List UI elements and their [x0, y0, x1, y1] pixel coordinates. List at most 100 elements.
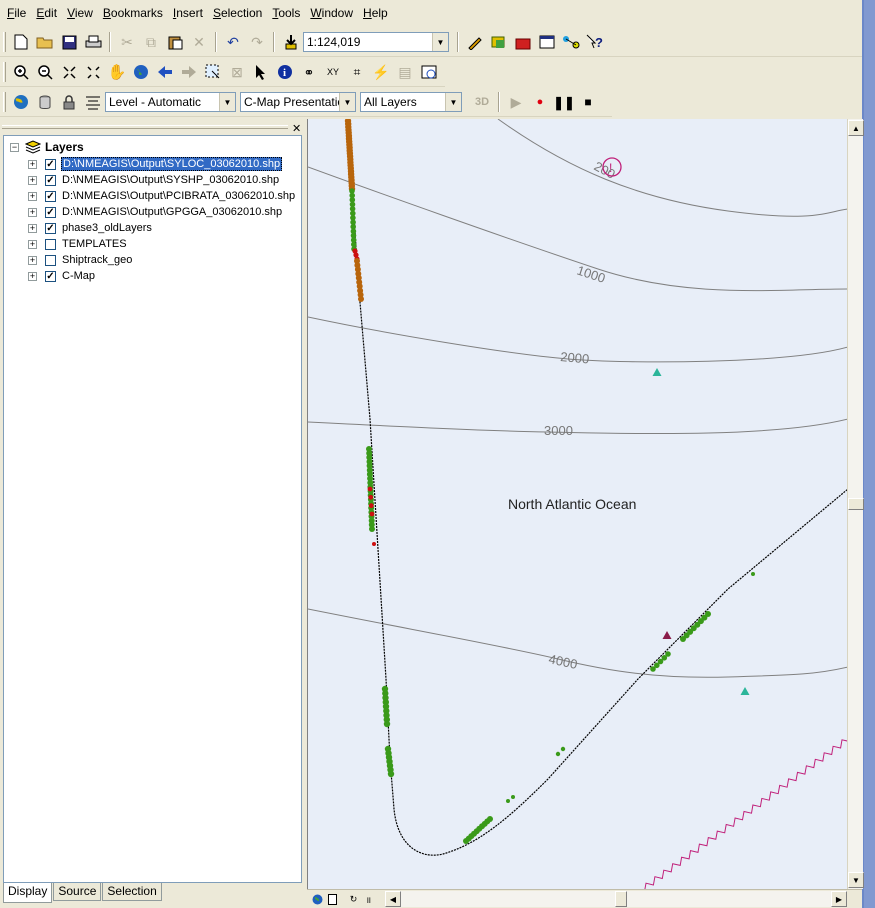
expand-icon[interactable]: + [28, 271, 37, 281]
chevron-down-icon[interactable]: ▼ [432, 33, 448, 51]
refresh-icon[interactable]: ↻ [347, 893, 360, 906]
menu-edit[interactable]: Edit [31, 0, 62, 27]
find-binoculars-icon[interactable]: ⚭ [297, 60, 321, 84]
expand-icon[interactable]: + [28, 223, 37, 233]
layer-visibility-checkbox[interactable]: ✓ [45, 206, 56, 218]
menu-view[interactable]: View [62, 0, 98, 27]
toolbar-grip[interactable] [3, 32, 6, 52]
vertical-scroll-thumb[interactable] [848, 498, 864, 510]
layer-label[interactable]: D:\NMEAGIS\Output\SYSHP_03062010.shp [61, 174, 280, 186]
layer-row[interactable]: + Shiptrack_geo [28, 252, 133, 268]
undo-icon[interactable]: ↶ [221, 30, 245, 54]
menu-window[interactable]: Window [305, 0, 358, 27]
identify-icon[interactable]: i [273, 60, 297, 84]
chevron-down-icon[interactable]: ▼ [445, 93, 461, 111]
layers-root[interactable]: − Layers [10, 140, 84, 154]
layer-visibility-checkbox[interactable]: ✓ [45, 190, 56, 202]
layer-row[interactable]: + ✓ D:\NMEAGIS\Output\SYSHP_03062010.shp [28, 172, 280, 188]
record-icon[interactable]: ● [528, 90, 552, 114]
chevron-down-icon[interactable]: ▼ [339, 93, 355, 111]
select-elements-arrow-icon[interactable] [249, 60, 273, 84]
toolbar-grip[interactable] [3, 92, 6, 112]
3d-button[interactable]: 3D [470, 90, 494, 114]
expand-icon[interactable]: + [28, 239, 37, 249]
horizontal-scroll-thumb[interactable] [615, 891, 627, 907]
cut-icon[interactable]: ✂ [115, 30, 139, 54]
select-features-icon[interactable] [201, 60, 225, 84]
layer-visibility-checkbox[interactable]: ✓ [45, 158, 56, 170]
layer-visibility-checkbox[interactable]: ✓ [45, 174, 56, 186]
layer-row[interactable]: + ✓ phase3_oldLayers [28, 220, 153, 236]
add-data-icon[interactable] [279, 30, 303, 54]
layer-visibility-checkbox[interactable]: ✓ [45, 270, 56, 282]
pause-icon[interactable]: ❚❚ [552, 90, 576, 114]
level-combo[interactable]: Level - Automatic ▼ [105, 92, 236, 112]
layer-properties-icon[interactable] [81, 90, 105, 114]
tab-selection[interactable]: Selection [102, 883, 162, 901]
hyperlink-icon[interactable]: ⚡ [369, 60, 393, 84]
layer-label[interactable]: D:\NMEAGIS\Output\PCIBRATA_03062010.shp [61, 190, 296, 202]
menu-file[interactable]: File [2, 0, 31, 27]
redo-icon[interactable]: ↷ [245, 30, 269, 54]
new-document-icon[interactable] [9, 30, 33, 54]
pause-drawing-icon[interactable]: ॥ [362, 893, 375, 906]
chevron-down-icon[interactable]: ▼ [219, 93, 235, 111]
expand-icon[interactable]: + [28, 175, 37, 185]
go-to-xy-icon[interactable]: XY [321, 60, 345, 84]
stop-icon[interactable]: ■ [576, 90, 600, 114]
forward-arrow-icon[interactable] [177, 60, 201, 84]
layer-visibility-checkbox[interactable] [45, 254, 56, 266]
menu-selection[interactable]: Selection [208, 0, 267, 27]
expand-icon[interactable]: + [28, 191, 37, 201]
layer-label[interactable]: phase3_oldLayers [61, 222, 153, 234]
cmap-globe-icon[interactable] [9, 90, 33, 114]
menu-help[interactable]: Help [358, 0, 393, 27]
close-icon[interactable]: ✕ [292, 122, 301, 135]
layer-label[interactable]: D:\NMEAGIS\Output\SYLOC_03062010.shp [61, 157, 283, 171]
layer-row[interactable]: + ✓ C-Map [28, 268, 96, 284]
save-icon[interactable] [57, 30, 81, 54]
expand-icon[interactable]: + [28, 207, 37, 217]
open-folder-icon[interactable] [33, 30, 57, 54]
menu-tools[interactable]: Tools [267, 0, 305, 27]
map-scale-combo[interactable]: 1:124,019 ▼ [303, 32, 449, 52]
paste-icon[interactable] [163, 30, 187, 54]
map-view[interactable]: 200 1000 2000 3000 4000! North Atlantic Ocea… [307, 119, 847, 889]
map-horizontal-scrollbar[interactable]: ◀ ▶ [385, 891, 847, 907]
toolbar-grip[interactable] [3, 62, 6, 82]
model-builder-icon[interactable] [559, 30, 583, 54]
time-slider-icon[interactable] [417, 60, 441, 84]
copy-icon[interactable]: ⧉ [139, 30, 163, 54]
presentation-combo[interactable]: C-Map Presentation ▼ [240, 92, 356, 112]
data-view-globe-icon[interactable] [311, 893, 324, 906]
scroll-up-icon[interactable]: ▲ [848, 120, 864, 136]
map-vertical-scrollbar[interactable]: ▲ ▼ [847, 119, 864, 889]
delete-icon[interactable]: ✕ [187, 30, 211, 54]
zoom-in-icon[interactable] [9, 60, 33, 84]
fixed-zoom-out-icon[interactable] [81, 60, 105, 84]
layout-view-icon[interactable] [326, 893, 339, 906]
scroll-down-icon[interactable]: ▼ [848, 872, 864, 888]
layer-row[interactable]: + ✓ D:\NMEAGIS\Output\GPGGA_03062010.shp [28, 204, 283, 220]
layers-filter-combo[interactable]: All Layers ▼ [360, 92, 462, 112]
scroll-right-icon[interactable]: ▶ [831, 891, 847, 907]
clear-selection-icon[interactable]: ⊠ [225, 60, 249, 84]
arctoolbox-icon[interactable] [511, 30, 535, 54]
layer-visibility-checkbox[interactable]: ✓ [45, 222, 56, 234]
fixed-zoom-in-icon[interactable] [57, 60, 81, 84]
database-icon[interactable] [33, 90, 57, 114]
full-extent-globe-icon[interactable] [129, 60, 153, 84]
layer-row[interactable]: + ✓ D:\NMEAGIS\Output\SYLOC_03062010.shp [28, 156, 283, 172]
html-popup-icon[interactable]: ▤ [393, 60, 417, 84]
tab-source[interactable]: Source [53, 883, 102, 901]
layer-row[interactable]: + ✓ D:\NMEAGIS\Output\PCIBRATA_03062010.sh… [28, 188, 296, 204]
layer-label[interactable]: Shiptrack_geo [61, 254, 133, 266]
scroll-left-icon[interactable]: ◀ [385, 891, 401, 907]
arccatalog-icon[interactable] [487, 30, 511, 54]
tab-display[interactable]: Display [3, 883, 53, 903]
expand-icon[interactable]: + [28, 159, 37, 169]
layer-row[interactable]: + TEMPLATES [28, 236, 128, 252]
command-line-icon[interactable] [535, 30, 559, 54]
layer-visibility-checkbox[interactable] [45, 238, 56, 250]
menu-bookmarks[interactable]: Bookmarks [98, 0, 168, 27]
